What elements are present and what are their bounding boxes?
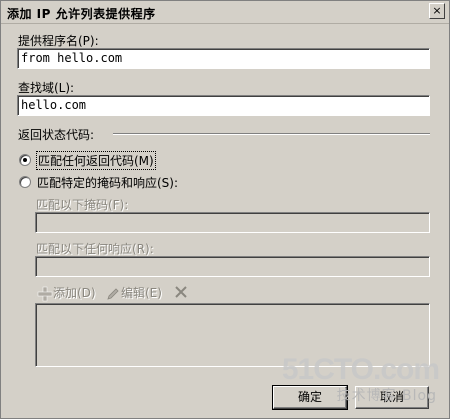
delete-x-icon xyxy=(175,286,187,298)
edit-button-label: 编辑(E) xyxy=(121,286,162,300)
radio-match-any-label[interactable]: 匹配任何返回代码(M) xyxy=(36,151,156,170)
delete-button[interactable] xyxy=(173,284,189,300)
window-title: 添加 IP 允许列表提供程序 xyxy=(7,7,156,21)
watermark-subtext: 技术博客 Blog xyxy=(336,388,437,404)
close-icon: × xyxy=(432,4,442,17)
close-button[interactable]: × xyxy=(429,3,445,19)
lookup-domain-label: 查找域(L): xyxy=(18,81,75,95)
response-input[interactable] xyxy=(35,256,430,277)
provider-name-input[interactable]: from hello.com xyxy=(17,48,430,69)
add-ip-allow-list-provider-dialog: 添加 IP 允许列表提供程序 × 提供程序名(P): from hello.co… xyxy=(0,0,450,419)
return-code-group-label: 返回状态代码: xyxy=(18,128,95,142)
edit-button[interactable]: 编辑(E) xyxy=(105,284,162,302)
lookup-domain-input[interactable]: hello.com xyxy=(17,95,430,116)
radio-match-specific-label[interactable]: 匹配特定的掩码和响应(S): xyxy=(37,174,178,191)
group-divider xyxy=(113,133,430,135)
provider-name-label: 提供程序名(P): xyxy=(18,34,99,48)
radio-selected-dot xyxy=(23,158,27,162)
add-button-label: 添加(D) xyxy=(53,286,96,300)
radio-match-specific[interactable] xyxy=(19,176,31,188)
mask-input[interactable] xyxy=(35,212,430,233)
response-label: 匹配以下任何响应(R): xyxy=(36,242,154,256)
pencil-icon xyxy=(107,287,119,300)
add-button[interactable]: 添加(D) xyxy=(37,284,96,302)
watermark-logo: 51CTO.com xyxy=(281,353,440,386)
add-icon xyxy=(37,286,53,301)
mask-label: 匹配以下掩码(F): xyxy=(36,198,129,212)
radio-match-any[interactable] xyxy=(19,154,31,166)
title-bar: 添加 IP 允许列表提供程序 × xyxy=(1,1,449,24)
